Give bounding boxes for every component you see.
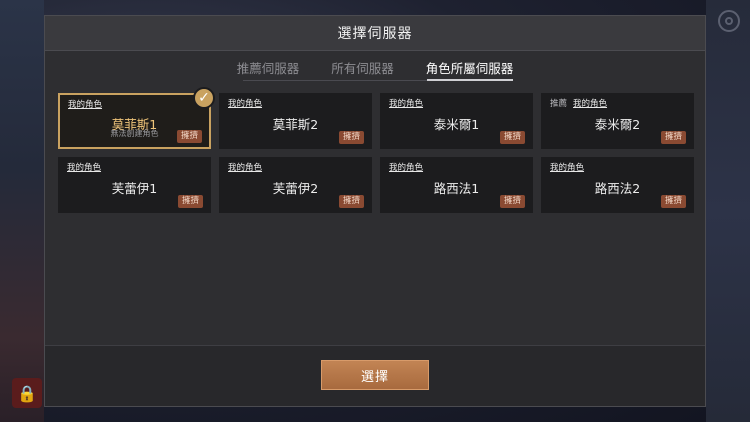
tab-active-indicator — [427, 79, 513, 81]
my-character-tag: 我的角色 — [389, 99, 424, 109]
select-button[interactable]: 選擇 — [321, 360, 429, 390]
dialog-footer: 選擇 — [45, 345, 705, 406]
recommended-tag: 推薦 — [550, 99, 568, 109]
status-badge: 擁擠 — [176, 130, 202, 143]
my-character-tag: 我的角色 — [67, 163, 102, 173]
my-character-tag: 我的角色 — [68, 100, 103, 110]
check-icon: ✓ — [193, 87, 215, 109]
server-select-dialog: 選擇伺服器 推薦伺服器 所有伺服器 角色所屬伺服器 我的角色 莫菲斯1 無法創建… — [44, 15, 706, 407]
status-badge: 擁擠 — [338, 195, 364, 208]
status-badge: 擁擠 — [499, 195, 525, 208]
server-card[interactable]: 我的角色 泰米爾1 擁擠 — [380, 93, 533, 149]
background-left — [0, 0, 44, 422]
lock-icon[interactable]: 🔒 — [12, 378, 42, 408]
status-badge: 擁擠 — [338, 131, 364, 144]
server-card[interactable]: 我的角色 莫菲斯2 擁擠 — [219, 93, 372, 149]
status-badge: 擁擠 — [499, 131, 525, 144]
status-badge: 擁擠 — [177, 195, 203, 208]
my-character-tag: 我的角色 — [228, 163, 263, 173]
server-grid: 我的角色 莫菲斯1 無法創建角色 擁擠 ✓ 我的角色 莫菲斯2 擁擠 我的角色 … — [58, 87, 694, 213]
server-card[interactable]: 我的角色 芙蕾伊2 擁擠 — [219, 157, 372, 213]
status-badge: 擁擠 — [660, 131, 686, 144]
server-card[interactable]: 推薦 我的角色 泰米爾2 擁擠 — [541, 93, 694, 149]
gear-icon[interactable] — [718, 10, 740, 32]
server-card[interactable]: 我的角色 芙蕾伊1 擁擠 — [58, 157, 211, 213]
dialog-title: 選擇伺服器 — [45, 16, 705, 51]
server-card[interactable]: 我的角色 莫菲斯1 無法創建角色 擁擠 ✓ — [58, 87, 215, 149]
server-card[interactable]: 我的角色 路西法2 擁擠 — [541, 157, 694, 213]
my-character-tag: 我的角色 — [228, 99, 263, 109]
my-character-tag: 我的角色 — [550, 163, 585, 173]
server-card[interactable]: 我的角色 路西法1 擁擠 — [380, 157, 533, 213]
background-right — [706, 0, 750, 422]
status-badge: 擁擠 — [660, 195, 686, 208]
my-character-tag: 我的角色 — [573, 99, 608, 109]
my-character-tag: 我的角色 — [389, 163, 424, 173]
